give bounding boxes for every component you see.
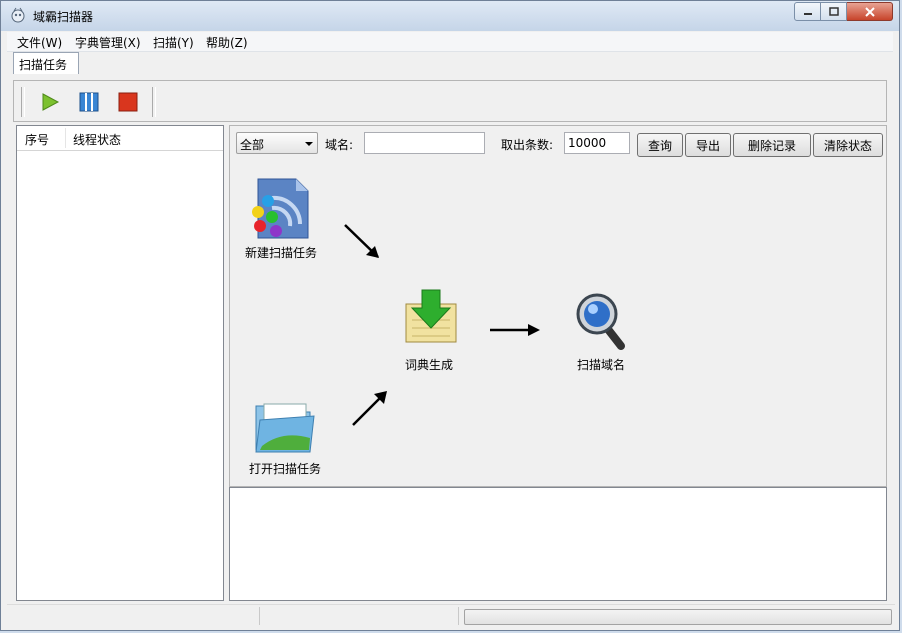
- scan-domain-label[interactable]: 扫描域名: [577, 356, 625, 373]
- minimize-button[interactable]: [794, 2, 821, 21]
- progress-bar: [464, 609, 892, 625]
- tab-strip: 扫描任务: [7, 52, 893, 74]
- scan-domain-icon[interactable]: [573, 290, 627, 350]
- maximize-button[interactable]: [821, 2, 847, 21]
- arrow-right-icon: [490, 324, 540, 336]
- thread-list[interactable]: 序号 线程状态: [16, 125, 224, 601]
- open-scan-task-icon[interactable]: [252, 394, 318, 456]
- arrow-up-right-icon: [352, 391, 387, 426]
- toolbar-separator: [152, 87, 156, 117]
- close-icon: [864, 6, 875, 17]
- stop-button[interactable]: [116, 90, 140, 114]
- thread-list-header: 序号 线程状态: [17, 126, 223, 151]
- dropdown-arrow-icon: [305, 142, 313, 146]
- export-button[interactable]: 导出: [685, 133, 731, 157]
- filter-select-value: 全部: [240, 138, 265, 152]
- new-scan-task-label[interactable]: 新建扫描任务: [245, 244, 317, 261]
- menu-file[interactable]: 文件(W): [17, 34, 62, 51]
- clear-status-button[interactable]: 清除状态: [813, 133, 883, 157]
- window-title: 域霸扫描器: [33, 10, 94, 24]
- pause-button[interactable]: [77, 90, 101, 114]
- menu-scan[interactable]: 扫描(Y): [153, 34, 194, 51]
- tab-scan-task[interactable]: 扫描任务: [13, 52, 79, 74]
- new-scan-task-icon[interactable]: [250, 176, 312, 242]
- domain-label: 域名:: [325, 138, 354, 152]
- menu-help[interactable]: 帮助(Z): [206, 34, 248, 51]
- toolbar: [13, 80, 887, 122]
- dictionary-generate-icon[interactable]: [400, 288, 462, 348]
- app-icon: [11, 7, 25, 23]
- window-controls: [794, 2, 893, 21]
- toolbar-grip: [21, 87, 25, 117]
- minimize-icon: [803, 12, 812, 15]
- menu-dictionary[interactable]: 字典管理(X): [75, 34, 141, 51]
- log-panel[interactable]: [229, 487, 887, 601]
- dictionary-generate-label[interactable]: 词典生成: [405, 356, 453, 373]
- pause-icon: [79, 92, 99, 112]
- status-cell-1: [7, 607, 260, 625]
- column-separator[interactable]: [65, 128, 66, 148]
- status-bar: [7, 604, 895, 627]
- open-scan-task-label[interactable]: 打开扫描任务: [249, 460, 321, 477]
- count-input[interactable]: [564, 132, 630, 154]
- column-thread-status[interactable]: 线程状态: [73, 131, 121, 148]
- close-button[interactable]: [847, 2, 893, 21]
- query-button[interactable]: 查询: [637, 133, 683, 157]
- maximize-icon: [828, 7, 839, 16]
- status-cell-2: [260, 607, 459, 625]
- app-window: 域霸扫描器 文件(W) 字典管理(X) 扫描(Y) 帮助(Z) 扫描任务 序号 …: [0, 0, 900, 631]
- column-index[interactable]: 序号: [25, 131, 49, 148]
- delete-records-button[interactable]: 删除记录: [733, 133, 811, 157]
- arrow-down-right-icon: [344, 224, 379, 258]
- menu-bar: 文件(W) 字典管理(X) 扫描(Y) 帮助(Z): [7, 32, 893, 52]
- main-panel: 全部 域名: 取出条数: 查询 导出 删除记录 清除状态 新建扫描任务: [229, 125, 887, 487]
- count-label: 取出条数:: [501, 138, 554, 152]
- start-button[interactable]: [38, 90, 62, 114]
- play-icon: [42, 93, 60, 111]
- filter-select[interactable]: 全部: [236, 132, 318, 154]
- domain-input[interactable]: [364, 132, 485, 154]
- title-bar[interactable]: 域霸扫描器: [1, 1, 899, 31]
- stop-icon: [118, 92, 138, 112]
